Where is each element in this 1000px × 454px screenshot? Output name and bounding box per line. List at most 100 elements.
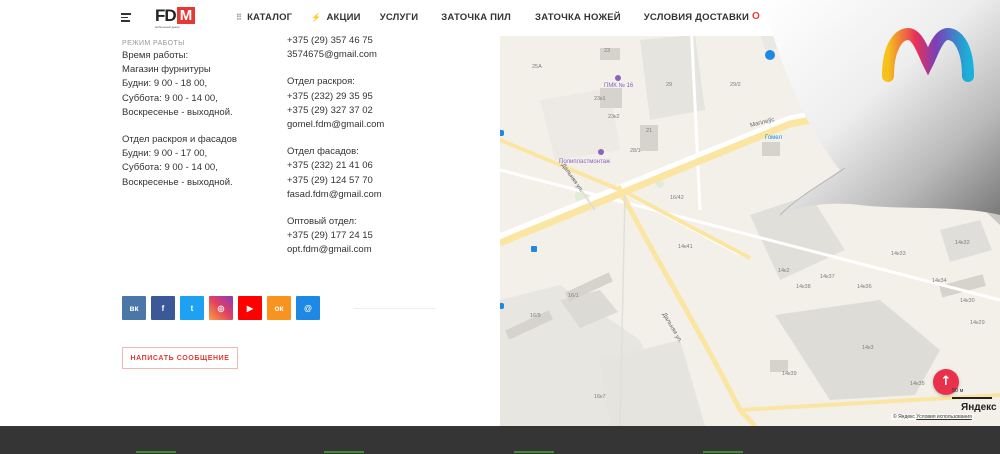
house-number: 14к29 [970,320,985,326]
hours-line: Суббота: 9 00 - 14 00, [122,92,218,104]
footer-accent [514,451,554,453]
nav-label: Условия доставки [643,12,750,23]
hours-line: Воскресенье - выходной. [122,176,233,188]
hours-label: Режим работы [122,40,185,47]
nav-label: Заточка ножей [535,12,621,23]
email-link[interactable]: opt.fdm@gmail.com [287,243,487,257]
house-number: 14к33 [891,251,906,257]
house-number: 14к35 [910,381,925,387]
contact-block-main: +375 (29) 357 46 75 3574675@gmail.com [287,34,487,62]
copyright-text: © Яндекс [893,414,915,420]
nav-label: Бренды [772,12,816,23]
map-poi[interactable]: ПМК № 16 [604,83,633,89]
cutting-hours-title: Отдел раскроя и фасадов [122,134,237,146]
house-number: 28/1 [630,148,641,154]
nav-item-catalog[interactable]: ⠿ Каталог [236,12,292,23]
house-number: 23к2 [608,114,620,120]
grid-icon: ⠿ [236,13,243,22]
nav-label: Каталог [247,12,293,23]
working-hours: Режим работы Время работы: Магазин фурни… [122,36,282,190]
nav-item-delivery[interactable]: Условия доставки [644,12,749,23]
house-number: 14к34 [932,278,947,284]
nav-item-services[interactable]: Услуги [380,12,419,23]
globe-icon[interactable]: @ [296,296,320,320]
top-header: FD M мебельный декор ⠿ Каталог ⚡ Акции У… [0,0,1000,36]
house-number: 16/42 [670,195,684,201]
house-number: 23к1 [594,96,606,102]
contact-block-cutting: Отдел раскроя: +375 (232) 29 35 95 +375 … [287,75,487,132]
house-number: 16/1 [568,293,579,299]
email-link[interactable]: gomel.fdm@gmail.com [287,118,487,132]
footer-accent [324,451,364,453]
footer-accent [136,451,176,453]
hours-line: Суббота: 9 00 - 14 00, [122,162,218,174]
contact-block-facades: Отдел фасадов: +375 (232) 21 41 06 +375 … [287,145,487,202]
youtube-icon[interactable]: ▶ [238,296,262,320]
house-number: 14к38 [796,284,811,290]
phone-link[interactable]: +375 (29) 327 37 02 [287,104,487,118]
email-link[interactable]: fasad.fdm@gmail.com [287,188,487,202]
logo-fd: FD [155,6,177,25]
map-scale-bar [952,397,992,399]
hours-line: Будни: 9 00 - 18 00, [122,78,208,90]
nav-label: Акции [326,12,361,23]
house-number: 14к36 [857,284,872,290]
social-links: вк f t ◎ ▶ ок @ [122,296,320,320]
nav-label: Услуги [379,12,419,23]
house-number: 14к3 [862,345,874,351]
page: FD M мебельный декор ⠿ Каталог ⚡ Акции У… [0,0,1000,454]
map-poi[interactable]: Полипластмонтаж [559,159,610,165]
contact-title: Отдел раскроя: [287,76,355,88]
house-number: 14к37 [820,274,835,280]
nav-item-promo[interactable]: ⚡ Акции [311,12,360,23]
odnoklassniki-icon[interactable]: ок [267,296,291,320]
house-number: 23 [604,48,611,54]
phone-link[interactable]: +375 (29) 124 57 70 [287,174,487,188]
menu-icon[interactable] [121,13,131,22]
contact-list: +375 (29) 357 46 75 3574675@gmail.com От… [287,34,487,271]
phone-link[interactable]: +375 (29) 177 24 15 [287,229,487,243]
logo-m: M [177,7,195,24]
email-link[interactable]: 3574675@gmail.com [287,48,487,62]
nav-item-saw-sharpening[interactable]: Заточка пил [441,12,511,23]
house-number: 14к41 [678,244,693,250]
house-number: 21 [646,128,653,134]
nav-label: Заточка пил [441,12,512,23]
phone-link[interactable]: +375 (29) 357 46 75 [287,34,487,48]
footer-accent [703,451,743,453]
map-scale-label: 50 м [952,388,964,394]
house-number: 25А [532,64,542,70]
map-copyright: © Яндекс Условия использования [891,414,974,420]
contact-title: Отдел фасадов: [287,146,359,158]
house-number: 14к2 [778,268,790,274]
facebook-icon[interactable]: f [151,296,175,320]
site-logo[interactable]: FD M мебельный декор [155,6,201,30]
terms-link[interactable]: Условия использования [916,414,972,420]
hours-line: Воскресенье - выходной. [122,106,233,118]
nav-item-brands[interactable]: Бренды [772,12,816,23]
bolt-icon: ⚡ [311,13,322,22]
nav-item-knife-sharpening[interactable]: Заточка ножей [535,12,621,23]
hours-line: Будни: 9 00 - 17 00, [122,148,208,160]
divider [354,308,436,309]
house-number: 16к7 [594,394,606,400]
house-number: 16/9 [530,313,541,319]
phone-link[interactable]: +375 (232) 29 35 95 [287,90,487,104]
map-poi[interactable]: Гомел [765,135,782,141]
house-number: 29 [666,82,673,88]
house-number: 14к30 [960,298,975,304]
phone-link[interactable]: +375 (232) 21 41 06 [287,159,487,173]
twitter-icon[interactable]: t [180,296,204,320]
hours-store: Магазин фурнитуры [122,64,211,76]
yandex-logo[interactable]: Яндекс [961,402,997,413]
vk-icon[interactable]: вк [122,296,146,320]
instagram-icon[interactable]: ◎ [209,296,233,320]
logo-subtitle: мебельный декор [155,25,180,29]
contact-block-wholesale: Оптовый отдел: +375 (29) 177 24 15 opt.f… [287,215,487,258]
main-nav: ⠿ Каталог ⚡ Акции Услуги Заточка пил Зат… [236,12,816,23]
house-number: 29/2 [730,82,741,88]
footer [0,426,1000,454]
hours-title: Время работы: [122,50,189,61]
nav-item-partial[interactable]: О [752,11,760,22]
write-message-button[interactable]: Написать сообщение [122,347,238,369]
